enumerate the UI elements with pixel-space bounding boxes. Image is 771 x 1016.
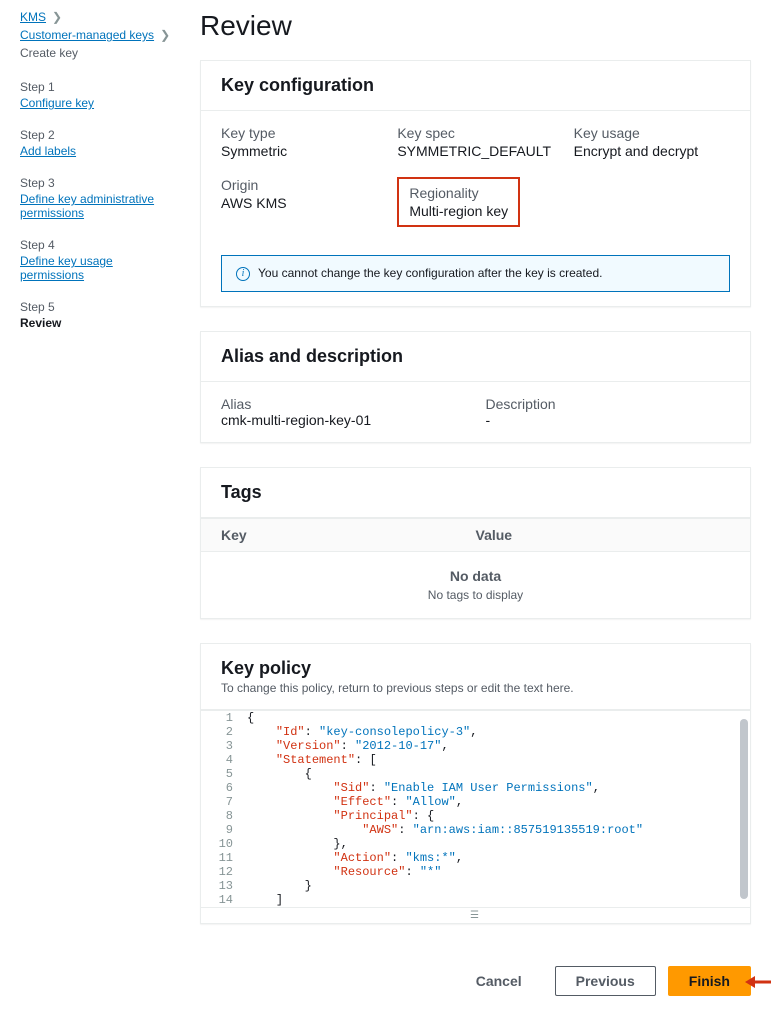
code-line: 13 }: [201, 879, 750, 893]
kv-description: Description -: [486, 396, 731, 428]
panel-subtitle: To change this policy, return to previou…: [221, 681, 730, 695]
col-key: Key: [221, 527, 476, 543]
info-text: You cannot change the key configuration …: [258, 266, 602, 280]
label: Key usage: [574, 125, 730, 141]
chevron-right-icon: ❯: [52, 10, 62, 24]
label: Key spec: [397, 125, 553, 141]
breadcrumb: KMS ❯ Customer-managed keys ❯ Create key: [20, 10, 180, 60]
step-number: Step 4: [20, 238, 180, 252]
kv-alias: Alias cmk-multi-region-key-01: [221, 396, 466, 428]
scrollbar[interactable]: [740, 719, 748, 899]
label: Regionality: [409, 185, 508, 201]
previous-button[interactable]: Previous: [555, 966, 656, 996]
label: Description: [486, 396, 731, 412]
panel-key-configuration: Key configuration Key type Symmetric Key…: [200, 60, 751, 307]
value: AWS KMS: [221, 195, 377, 211]
step-link-usage-permissions[interactable]: Define key usage permissions: [20, 254, 180, 282]
highlight-box: Regionality Multi-region key: [397, 177, 520, 227]
breadcrumb-cmk[interactable]: Customer-managed keys: [20, 28, 154, 42]
kv-origin: Origin AWS KMS: [221, 177, 377, 227]
chevron-right-icon: ❯: [160, 28, 170, 42]
wizard-step-2: Step 2 Add labels: [20, 128, 180, 158]
step-number: Step 1: [20, 80, 180, 94]
code-line: 11 "Action": "kms:*",: [201, 851, 750, 865]
step-link-configure-key[interactable]: Configure key: [20, 96, 180, 110]
step-link-add-labels[interactable]: Add labels: [20, 144, 180, 158]
code-line: 6 "Sid": "Enable IAM User Permissions",: [201, 781, 750, 795]
code-line: 9 "AWS": "arn:aws:iam::857519135519:root…: [201, 823, 750, 837]
code-line: 10 },: [201, 837, 750, 851]
kv-key-usage: Key usage Encrypt and decrypt: [574, 125, 730, 159]
panel-tags: Tags Key Value No data No tags to displa…: [200, 467, 751, 619]
tags-table-header: Key Value: [201, 518, 750, 552]
col-value: Value: [476, 527, 731, 543]
kv-key-type: Key type Symmetric: [221, 125, 377, 159]
panel-heading: Tags: [221, 482, 730, 503]
breadcrumb-current: Create key: [20, 46, 78, 60]
step-number: Step 5: [20, 300, 180, 314]
value: SYMMETRIC_DEFAULT: [397, 143, 553, 159]
value: cmk-multi-region-key-01: [221, 412, 466, 428]
tags-empty-state: No data No tags to display: [201, 552, 750, 618]
code-line: 2 "Id": "key-consolepolicy-3",: [201, 725, 750, 739]
code-line: 3 "Version": "2012-10-17",: [201, 739, 750, 753]
info-callout: i You cannot change the key configuratio…: [221, 255, 730, 292]
kv-regionality: Regionality Multi-region key: [397, 177, 553, 227]
page-title: Review: [200, 10, 751, 42]
code-line: 12 "Resource": "*": [201, 865, 750, 879]
step-current-review: Review: [20, 316, 180, 330]
wizard-step-5: Step 5 Review: [20, 300, 180, 330]
value: Encrypt and decrypt: [574, 143, 730, 159]
code-line: 5 {: [201, 767, 750, 781]
value: Symmetric: [221, 143, 377, 159]
code-line: 4 "Statement": [: [201, 753, 750, 767]
code-line: 14 ]: [201, 893, 750, 907]
wizard-step-3: Step 3 Define key administrative permiss…: [20, 176, 180, 220]
value: Multi-region key: [409, 203, 508, 219]
cancel-button[interactable]: Cancel: [455, 966, 543, 996]
panel-heading: Key configuration: [221, 75, 730, 96]
label: Alias: [221, 396, 466, 412]
policy-editor[interactable]: 1{2 "Id": "key-consolepolicy-3",3 "Versi…: [201, 710, 750, 907]
breadcrumb-kms[interactable]: KMS: [20, 10, 46, 24]
value: -: [486, 412, 731, 428]
info-icon: i: [236, 267, 250, 281]
finish-button[interactable]: Finish: [668, 966, 751, 996]
wizard-footer: Cancel Previous Finish: [0, 948, 771, 1016]
wizard-step-1: Step 1 Configure key: [20, 80, 180, 110]
step-number: Step 2: [20, 128, 180, 142]
panel-heading: Key policy: [221, 658, 730, 679]
step-number: Step 3: [20, 176, 180, 190]
step-link-admin-permissions[interactable]: Define key administrative permissions: [20, 192, 180, 220]
code-line: 1{: [201, 711, 750, 725]
label: Origin: [221, 177, 377, 193]
panel-key-policy: Key policy To change this policy, return…: [200, 643, 751, 924]
kv-key-spec: Key spec SYMMETRIC_DEFAULT: [397, 125, 553, 159]
panel-alias-description: Alias and description Alias cmk-multi-re…: [200, 331, 751, 443]
code-line: 8 "Principal": {: [201, 809, 750, 823]
code-line: 7 "Effect": "Allow",: [201, 795, 750, 809]
empty-title: No data: [217, 568, 734, 584]
wizard-step-4: Step 4 Define key usage permissions: [20, 238, 180, 282]
panel-heading: Alias and description: [221, 346, 730, 367]
empty-subtitle: No tags to display: [217, 588, 734, 602]
label: Key type: [221, 125, 377, 141]
resize-handle[interactable]: ☰: [201, 907, 750, 923]
